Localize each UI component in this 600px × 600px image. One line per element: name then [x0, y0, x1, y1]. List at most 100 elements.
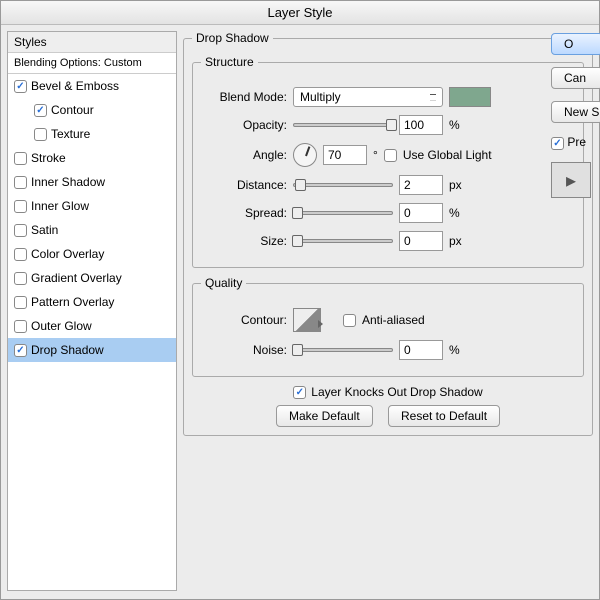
- sidebar-item-label: Pattern Overlay: [31, 295, 114, 309]
- blending-options-row[interactable]: Blending Options: Custom: [8, 53, 176, 74]
- distance-field: Distance: 2 px: [201, 175, 575, 195]
- knocks-out-label: Layer Knocks Out Drop Shadow: [311, 385, 482, 399]
- sidebar-item-label: Inner Shadow: [31, 175, 105, 189]
- antialias-checkbox[interactable]: [343, 314, 356, 327]
- sidebar-item-label: Stroke: [31, 151, 66, 165]
- opacity-input[interactable]: 100: [399, 115, 443, 135]
- noise-label: Noise:: [201, 343, 287, 357]
- sidebar-header[interactable]: Styles: [8, 32, 176, 53]
- sidebar-item-label: Gradient Overlay: [31, 271, 122, 285]
- checkbox-icon[interactable]: [14, 224, 27, 237]
- spread-label: Spread:: [201, 206, 287, 220]
- knocks-out-row: Layer Knocks Out Drop Shadow: [192, 385, 584, 399]
- distance-slider[interactable]: [293, 183, 393, 187]
- checkbox-icon[interactable]: [14, 248, 27, 261]
- size-field: Size: 0 px: [201, 231, 575, 251]
- opacity-field: Opacity: 100 %: [201, 115, 575, 135]
- blend-mode-field: Blend Mode: Multiply: [201, 87, 575, 107]
- size-input[interactable]: 0: [399, 231, 443, 251]
- sidebar-item-outer-glow[interactable]: Outer Glow: [8, 314, 176, 338]
- sidebar-item-label: Drop Shadow: [31, 343, 104, 357]
- quality-legend: Quality: [201, 276, 246, 290]
- structure-legend: Structure: [201, 55, 258, 69]
- drop-shadow-legend: Drop Shadow: [192, 31, 273, 45]
- contour-picker[interactable]: [293, 308, 321, 332]
- spread-field: Spread: 0 %: [201, 203, 575, 223]
- ok-button[interactable]: O: [551, 33, 600, 55]
- size-label: Size:: [201, 234, 287, 248]
- sidebar-item-stroke[interactable]: Stroke: [8, 146, 176, 170]
- noise-input[interactable]: 0: [399, 340, 443, 360]
- sidebar-item-bevel-emboss[interactable]: Bevel & Emboss: [8, 74, 176, 98]
- sidebar-item-label: Texture: [51, 127, 90, 141]
- angle-label: Angle:: [201, 148, 287, 162]
- checkbox-icon[interactable]: [34, 104, 47, 117]
- preview-checkbox[interactable]: [551, 137, 564, 150]
- default-buttons: Make Default Reset to Default: [192, 405, 584, 427]
- checkbox-icon[interactable]: [14, 320, 27, 333]
- sidebar-item-label: Outer Glow: [31, 319, 92, 333]
- sidebar-item-label: Color Overlay: [31, 247, 104, 261]
- reset-default-button[interactable]: Reset to Default: [388, 405, 500, 427]
- global-light-checkbox[interactable]: [384, 149, 397, 162]
- preview-row: Pre: [551, 135, 600, 150]
- checkbox-icon[interactable]: [14, 152, 27, 165]
- noise-field: Noise: 0 %: [201, 340, 575, 360]
- preview-label: Pre: [567, 135, 586, 149]
- angle-unit: °: [373, 148, 378, 162]
- sidebar-item-satin[interactable]: Satin: [8, 218, 176, 242]
- style-preview-swatch: ▸: [551, 162, 591, 198]
- sidebar-item-pattern-overlay[interactable]: Pattern Overlay: [8, 290, 176, 314]
- checkbox-icon[interactable]: [14, 80, 27, 93]
- distance-label: Distance:: [201, 178, 287, 192]
- checkbox-icon[interactable]: [14, 296, 27, 309]
- dialog-right-buttons: O Can New S Pre ▸: [551, 33, 600, 198]
- distance-input[interactable]: 2: [399, 175, 443, 195]
- contour-field: Contour: Anti-aliased: [201, 308, 575, 332]
- sidebar-item-contour[interactable]: Contour: [8, 98, 176, 122]
- spread-unit: %: [449, 206, 460, 220]
- sidebar-item-label: Contour: [51, 103, 94, 117]
- drop-shadow-group: Drop Shadow Structure Blend Mode: Multip…: [183, 31, 593, 436]
- make-default-button[interactable]: Make Default: [276, 405, 373, 427]
- distance-unit: px: [449, 178, 462, 192]
- antialias-label: Anti-aliased: [362, 313, 425, 327]
- new-style-button[interactable]: New S: [551, 101, 600, 123]
- contour-label: Contour:: [201, 313, 287, 327]
- checkbox-icon[interactable]: [14, 272, 27, 285]
- checkbox-icon[interactable]: [14, 176, 27, 189]
- angle-field: Angle: 70 ° Use Global Light: [201, 143, 575, 167]
- sidebar-item-drop-shadow[interactable]: Drop Shadow: [8, 338, 176, 362]
- spread-input[interactable]: 0: [399, 203, 443, 223]
- shadow-color-swatch[interactable]: [449, 87, 491, 107]
- opacity-unit: %: [449, 118, 460, 132]
- content: Styles Blending Options: Custom Bevel & …: [1, 25, 599, 595]
- global-light-label: Use Global Light: [403, 148, 492, 162]
- main-panel: Drop Shadow Structure Blend Mode: Multip…: [183, 31, 593, 589]
- opacity-slider[interactable]: [293, 123, 393, 127]
- window-title: Layer Style: [1, 1, 599, 25]
- angle-input[interactable]: 70: [323, 145, 367, 165]
- layer-style-dialog: Layer Style Styles Blending Options: Cus…: [0, 0, 600, 600]
- blend-mode-value: Multiply: [300, 90, 341, 104]
- spread-slider[interactable]: [293, 211, 393, 215]
- sidebar-item-color-overlay[interactable]: Color Overlay: [8, 242, 176, 266]
- noise-slider[interactable]: [293, 348, 393, 352]
- cancel-button[interactable]: Can: [551, 67, 600, 89]
- opacity-label: Opacity:: [201, 118, 287, 132]
- size-slider[interactable]: [293, 239, 393, 243]
- angle-dial[interactable]: [293, 143, 317, 167]
- sidebar-item-texture[interactable]: Texture: [8, 122, 176, 146]
- checkbox-icon[interactable]: [14, 344, 27, 357]
- checkbox-icon[interactable]: [14, 200, 27, 213]
- sidebar-item-inner-glow[interactable]: Inner Glow: [8, 194, 176, 218]
- styles-sidebar: Styles Blending Options: Custom Bevel & …: [7, 31, 177, 591]
- checkbox-icon[interactable]: [34, 128, 47, 141]
- knocks-out-checkbox[interactable]: [293, 386, 306, 399]
- blend-mode-select[interactable]: Multiply: [293, 87, 443, 107]
- noise-unit: %: [449, 343, 460, 357]
- sidebar-item-label: Bevel & Emboss: [31, 79, 119, 93]
- sidebar-item-gradient-overlay[interactable]: Gradient Overlay: [8, 266, 176, 290]
- sidebar-item-inner-shadow[interactable]: Inner Shadow: [8, 170, 176, 194]
- structure-group: Structure Blend Mode: Multiply Opacity: …: [192, 55, 584, 268]
